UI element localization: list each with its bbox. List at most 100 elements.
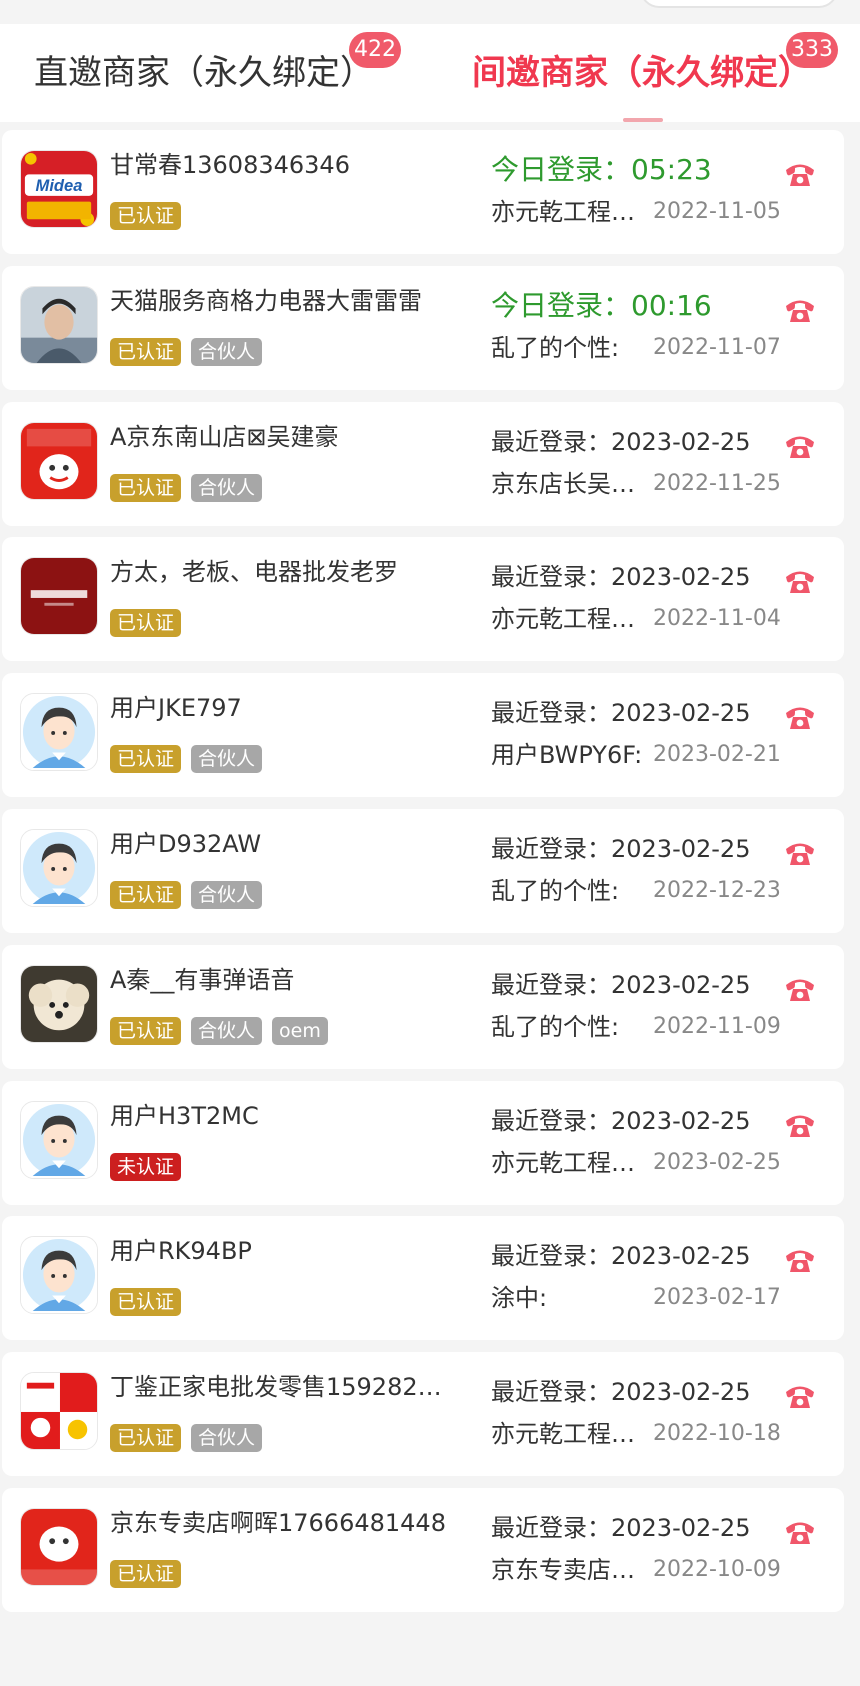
merchant-name: 用户JKE797 <box>110 694 242 722</box>
tab-indirect-label: 间邀商家（永久绑定） <box>472 53 812 93</box>
bind-date: 2022-10-18 <box>653 1421 781 1446</box>
partner-tag: 合伙人 <box>191 881 263 909</box>
last-login-date: 最近登录：2023-02-25 <box>491 1514 751 1542</box>
today-login-time: 今日登录：00:16 <box>491 289 712 322</box>
verified-tag: 已认证 <box>110 1017 182 1045</box>
merchant-card[interactable]: A秦__有事弹语音 已认证 合伙人 oem 最近登录：2023-02-25 乱了的个性: 2… <box>2 945 844 1069</box>
verified-tag: 已认证 <box>110 1288 182 1316</box>
tab-direct-label: 直邀商家（永久绑定） <box>34 53 374 93</box>
verified-tag: 已认证 <box>110 609 182 637</box>
merchant-tags: 已认证 合伙人 <box>110 338 263 366</box>
tab-direct-count-badge: 422 <box>349 32 401 68</box>
search-box-edge[interactable] <box>640 0 838 8</box>
merchant-card[interactable]: Midea 甘常春13608346346 已认证 今日登录：05:23 亦元乾工程… 20… <box>2 130 844 254</box>
phone-icon[interactable] <box>784 1109 816 1139</box>
merchant-card[interactable]: 天猫服务商格力电器大雷雷雷 已认证 合伙人 今日登录：00:16 乱了的个性: 2022-… <box>2 266 844 390</box>
bind-date: 2022-11-07 <box>653 335 781 360</box>
bind-date: 2022-11-04 <box>653 606 781 631</box>
inviter-name: 京东专卖店… <box>491 1556 635 1584</box>
merchant-card[interactable]: 丁鉴正家电批发零售1592828… 已认证 合伙人 最近登录：2023-02-25 亦元… <box>2 1352 844 1476</box>
merchant-name: 丁鉴正家电批发零售1592828… <box>110 1373 450 1401</box>
tab-direct-merchants[interactable]: 直邀商家（永久绑定） 422 <box>34 24 401 122</box>
phone-icon[interactable] <box>784 701 816 731</box>
last-login-date: 最近登录：2023-02-25 <box>491 835 751 863</box>
last-login-date: 最近登录：2023-02-25 <box>491 1107 751 1135</box>
verified-tag: 已认证 <box>110 1424 182 1452</box>
verified-tag: 已认证 <box>110 745 182 773</box>
phone-icon[interactable] <box>784 294 816 324</box>
merchant-tags: 已认证 合伙人 oem <box>110 1017 328 1045</box>
default-user-avatar[interactable] <box>20 829 98 907</box>
inviter-name: 京东店长吴… <box>491 470 635 498</box>
bind-date: 2022-12-23 <box>653 878 781 903</box>
merchant-card[interactable]: 用户D932AW 已认证 合伙人 最近登录：2023-02-25 乱了的个性: 2022-… <box>2 809 844 933</box>
merchant-card[interactable]: 用户RK94BP 已认证 最近登录：2023-02-25 涂中: 2023-02-17 <box>2 1216 844 1340</box>
merchant-card[interactable]: 用户H3T2MC 未认证 最近登录：2023-02-25 亦元乾工程… 2023-02-… <box>2 1081 844 1205</box>
inviter-name: 亦元乾工程… <box>491 1149 635 1177</box>
partner-tag: 合伙人 <box>191 474 263 502</box>
phone-icon[interactable] <box>784 430 816 460</box>
jd-home-appliance-logo-avatar[interactable] <box>20 1508 98 1586</box>
merchant-card[interactable]: 方太，老板、电器批发老罗 已认证 最近登录：2023-02-25 亦元乾工程… 2022… <box>2 537 844 661</box>
inviter-name: 亦元乾工程… <box>491 1420 635 1448</box>
bind-date: 2022-11-05 <box>653 199 781 224</box>
merchant-tags: 已认证 <box>110 1288 182 1316</box>
fotile-logo-avatar[interactable] <box>20 557 98 635</box>
merchant-card[interactable]: 京东专卖店啊晖17666481448 已认证 最近登录：2023-02-25 京东专卖… <box>2 1488 844 1612</box>
verified-tag: 已认证 <box>110 881 182 909</box>
merchant-tags: 未认证 <box>110 1153 182 1181</box>
verified-tag: 已认证 <box>110 1560 182 1588</box>
last-login-date: 最近登录：2023-02-25 <box>491 428 751 456</box>
inviter-name: 亦元乾工程… <box>491 605 635 633</box>
partner-tag: 合伙人 <box>191 1017 263 1045</box>
midea-logo-avatar[interactable]: Midea <box>20 150 98 228</box>
merchant-tags: 已认证 合伙人 <box>110 1424 263 1452</box>
bind-date: 2023-02-21 <box>653 742 781 767</box>
tab-indirect-merchants[interactable]: 间邀商家（永久绑定） 333 <box>472 24 838 122</box>
last-login-date: 最近登录：2023-02-25 <box>491 563 751 591</box>
merchant-card[interactable]: 用户JKE797 已认证 合伙人 最近登录：2023-02-25 用户BWPY6F: 20… <box>2 673 844 797</box>
bind-date: 2022-11-25 <box>653 471 781 496</box>
default-user-avatar[interactable] <box>20 693 98 771</box>
dog-photo-avatar[interactable] <box>20 965 98 1043</box>
merchant-tags: 已认证 <box>110 1560 182 1588</box>
partner-tag: 合伙人 <box>191 745 263 773</box>
person-photo-avatar[interactable] <box>20 286 98 364</box>
merchant-card[interactable]: A京东南山店⊠吴建豪 已认证 合伙人 最近登录：2023-02-25 京东店长吴… 202… <box>2 402 844 526</box>
merchant-name: 用户RK94BP <box>110 1237 252 1265</box>
unverified-tag: 未认证 <box>110 1153 182 1181</box>
phone-icon[interactable] <box>784 973 816 1003</box>
merchant-name: 甘常春13608346346 <box>110 151 350 179</box>
merchant-name: 用户H3T2MC <box>110 1102 259 1130</box>
phone-icon[interactable] <box>784 1380 816 1410</box>
bind-date: 2023-02-17 <box>653 1285 781 1310</box>
bind-date: 2022-11-09 <box>653 1014 781 1039</box>
default-user-avatar[interactable] <box>20 1101 98 1179</box>
active-tab-indicator <box>623 118 663 122</box>
phone-icon[interactable] <box>784 565 816 595</box>
inviter-name: 乱了的个性: <box>491 1013 620 1041</box>
phone-icon[interactable] <box>784 1244 816 1274</box>
svg-text:Midea: Midea <box>36 176 83 195</box>
phone-icon[interactable] <box>784 837 816 867</box>
tmall-suning-logo-avatar[interactable] <box>20 1372 98 1450</box>
phone-icon[interactable] <box>784 1516 816 1546</box>
merchant-tags: 已认证 合伙人 <box>110 745 263 773</box>
verified-tag: 已认证 <box>110 338 182 366</box>
phone-icon[interactable] <box>784 158 816 188</box>
merchant-tags: 已认证 <box>110 202 182 230</box>
last-login-date: 最近登录：2023-02-25 <box>491 699 751 727</box>
last-login-date: 最近登录：2023-02-25 <box>491 1242 751 1270</box>
bind-date: 2023-02-25 <box>653 1150 781 1175</box>
partner-tag: 合伙人 <box>191 1424 263 1452</box>
verified-tag: 已认证 <box>110 474 182 502</box>
inviter-name: 乱了的个性: <box>491 877 620 905</box>
inviter-name: 亦元乾工程… <box>491 198 635 226</box>
merchant-name: A京东南山店⊠吴建豪 <box>110 423 339 451</box>
default-user-avatar[interactable] <box>20 1236 98 1314</box>
tab-bar: 直邀商家（永久绑定） 422 间邀商家（永久绑定） 333 <box>0 24 860 122</box>
last-login-date: 最近登录：2023-02-25 <box>491 1378 751 1406</box>
tab-indirect-count-badge: 333 <box>786 32 838 68</box>
today-login-time: 今日登录：05:23 <box>491 153 712 186</box>
jd-appliance-logo-avatar[interactable] <box>20 422 98 500</box>
